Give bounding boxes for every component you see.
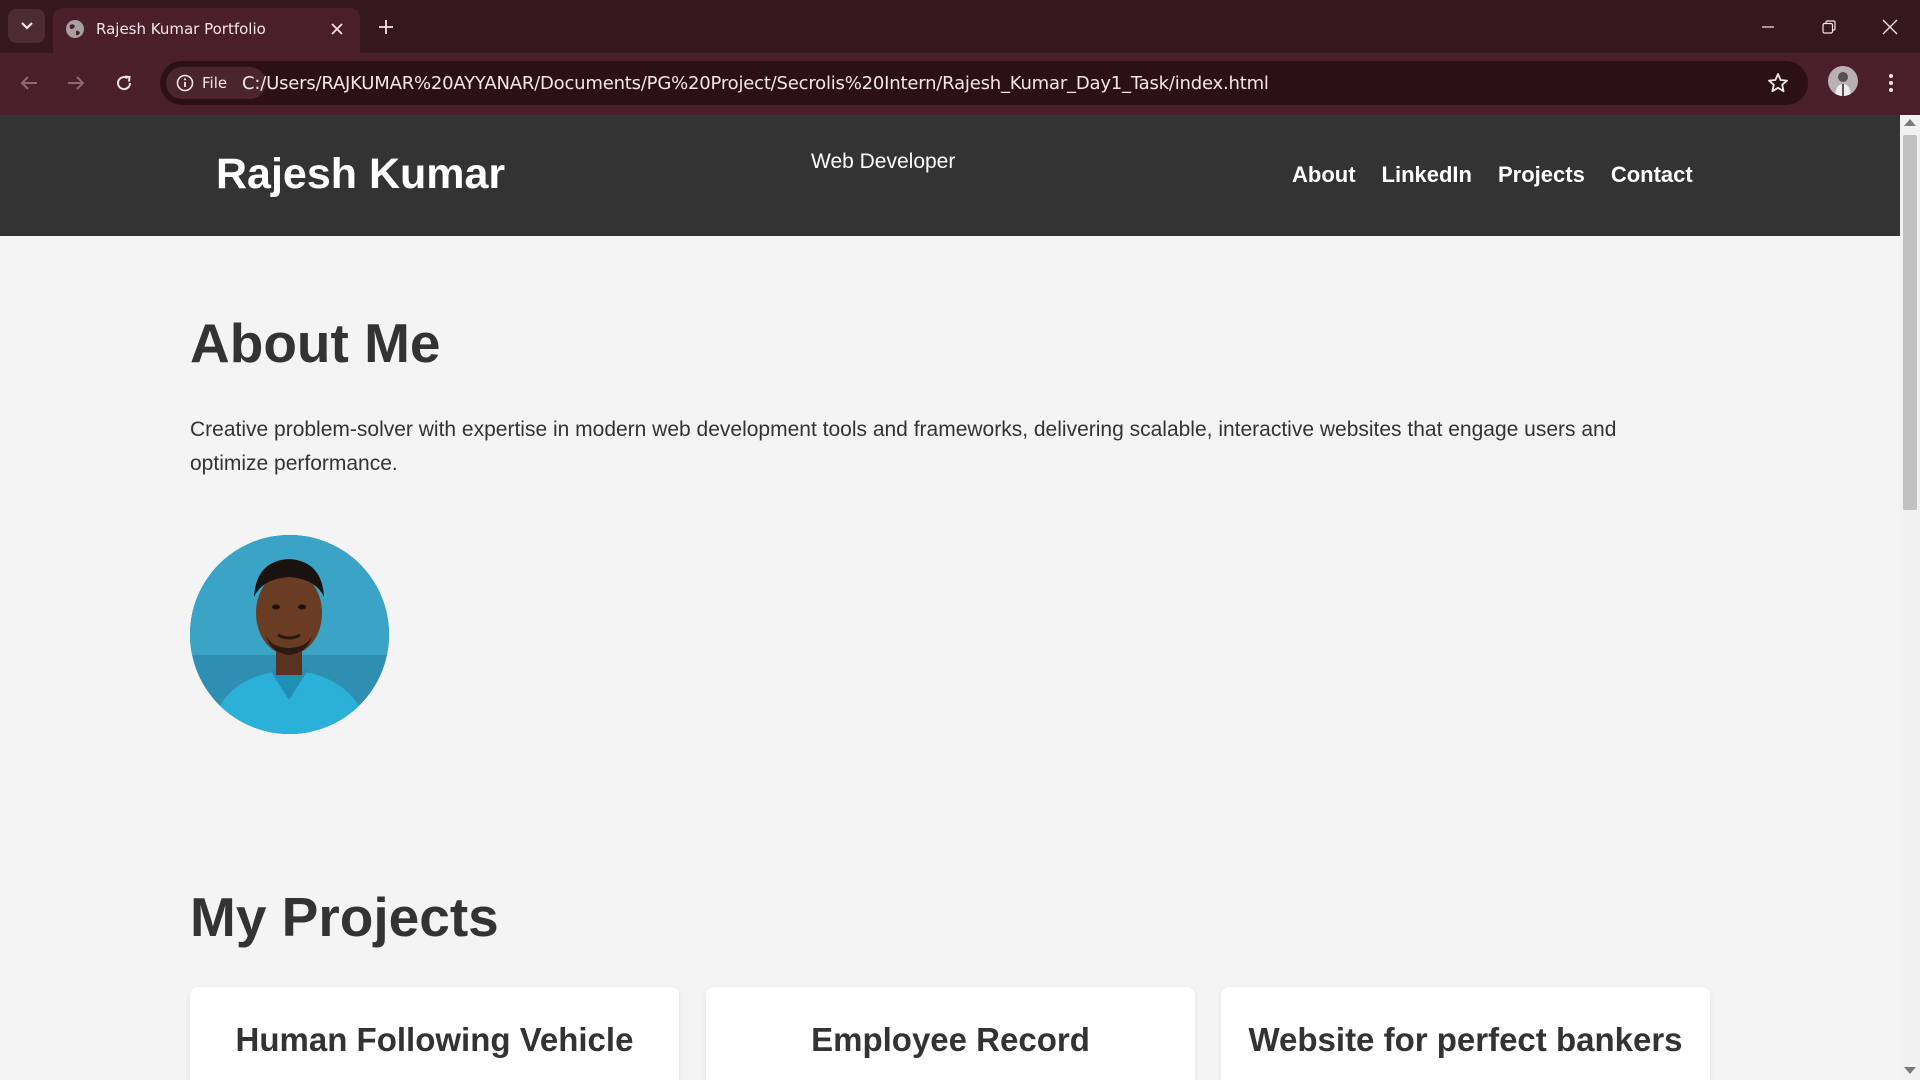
profile-photo [190,535,389,734]
project-card[interactable]: Employee Record [706,987,1195,1080]
scroll-thumb[interactable] [1903,135,1917,510]
project-card[interactable]: Website for perfect bankers [1221,987,1710,1080]
tab-strip: Rajesh Kumar Portfolio [0,0,1920,53]
project-card-title: Website for perfect bankers [1248,1021,1683,1058]
restore-button[interactable] [1799,0,1859,53]
reload-button[interactable] [106,65,142,101]
site-nav: About LinkedIn Projects Contact [1292,162,1693,188]
minimize-button[interactable] [1738,0,1798,53]
new-tab-button[interactable] [370,11,402,43]
nav-link-about[interactable]: About [1292,162,1356,188]
profile-photo-image [190,535,389,734]
about-text: Creative problem-solver with expertise i… [190,418,1617,475]
tab-active[interactable]: Rajesh Kumar Portfolio [53,8,360,53]
reload-icon [117,75,132,91]
site-chip-label: File [202,74,228,92]
info-icon [176,74,194,92]
back-button[interactable] [11,65,47,101]
tab-close-button[interactable] [324,16,350,42]
plus-icon [379,20,393,34]
minimize-icon [1762,25,1774,28]
nav-link-contact[interactable]: Contact [1611,162,1693,188]
bookmark-button[interactable] [1764,69,1792,97]
forward-button[interactable] [58,65,94,101]
back-arrow-icon [20,76,37,90]
site-header: Rajesh Kumar Web Developer About LinkedI… [0,115,1900,236]
profile-avatar[interactable] [1828,66,1858,96]
kebab-menu-icon [1889,74,1893,92]
browser-menu-button[interactable] [1876,65,1906,101]
tab-title: Rajesh Kumar Portfolio [96,20,266,38]
window-close-button[interactable] [1860,0,1920,53]
project-card-title: Human Following Vehicle [235,1021,634,1058]
nav-link-projects[interactable]: Projects [1498,162,1585,188]
close-icon [331,23,343,35]
page-scrollbar[interactable] [1900,115,1920,1080]
profile-avatar-icon [1835,72,1851,96]
tab-list-icon [20,22,33,30]
site-role: Web Developer [811,150,956,173]
project-card-title: Employee Record [811,1021,1090,1058]
star-icon [1768,73,1788,93]
tab-search-button[interactable] [8,9,45,43]
project-card[interactable]: Human Following Vehicle [190,987,679,1080]
globe-icon [66,20,84,38]
restore-icon [1822,19,1836,34]
window-close-icon [1882,19,1898,34]
projects-title: My Projects [190,886,499,948]
url-text[interactable]: C:/Users/RAJKUMAR%20AYYANAR/Documents/PG… [242,73,1269,94]
scroll-up-arrow-icon[interactable] [1904,119,1916,126]
about-title: About Me [190,312,441,374]
address-bar[interactable]: File C:/Users/RAJKUMAR%20AYYANAR/Documen… [160,61,1808,105]
page-viewport: Rajesh Kumar Web Developer About LinkedI… [0,115,1900,1080]
forward-arrow-icon [68,76,85,90]
browser-toolbar: File C:/Users/RAJKUMAR%20AYYANAR/Documen… [0,53,1920,115]
site-name: Rajesh Kumar [216,150,506,198]
scroll-down-arrow-icon[interactable] [1904,1067,1916,1074]
nav-link-linkedin[interactable]: LinkedIn [1382,162,1472,188]
